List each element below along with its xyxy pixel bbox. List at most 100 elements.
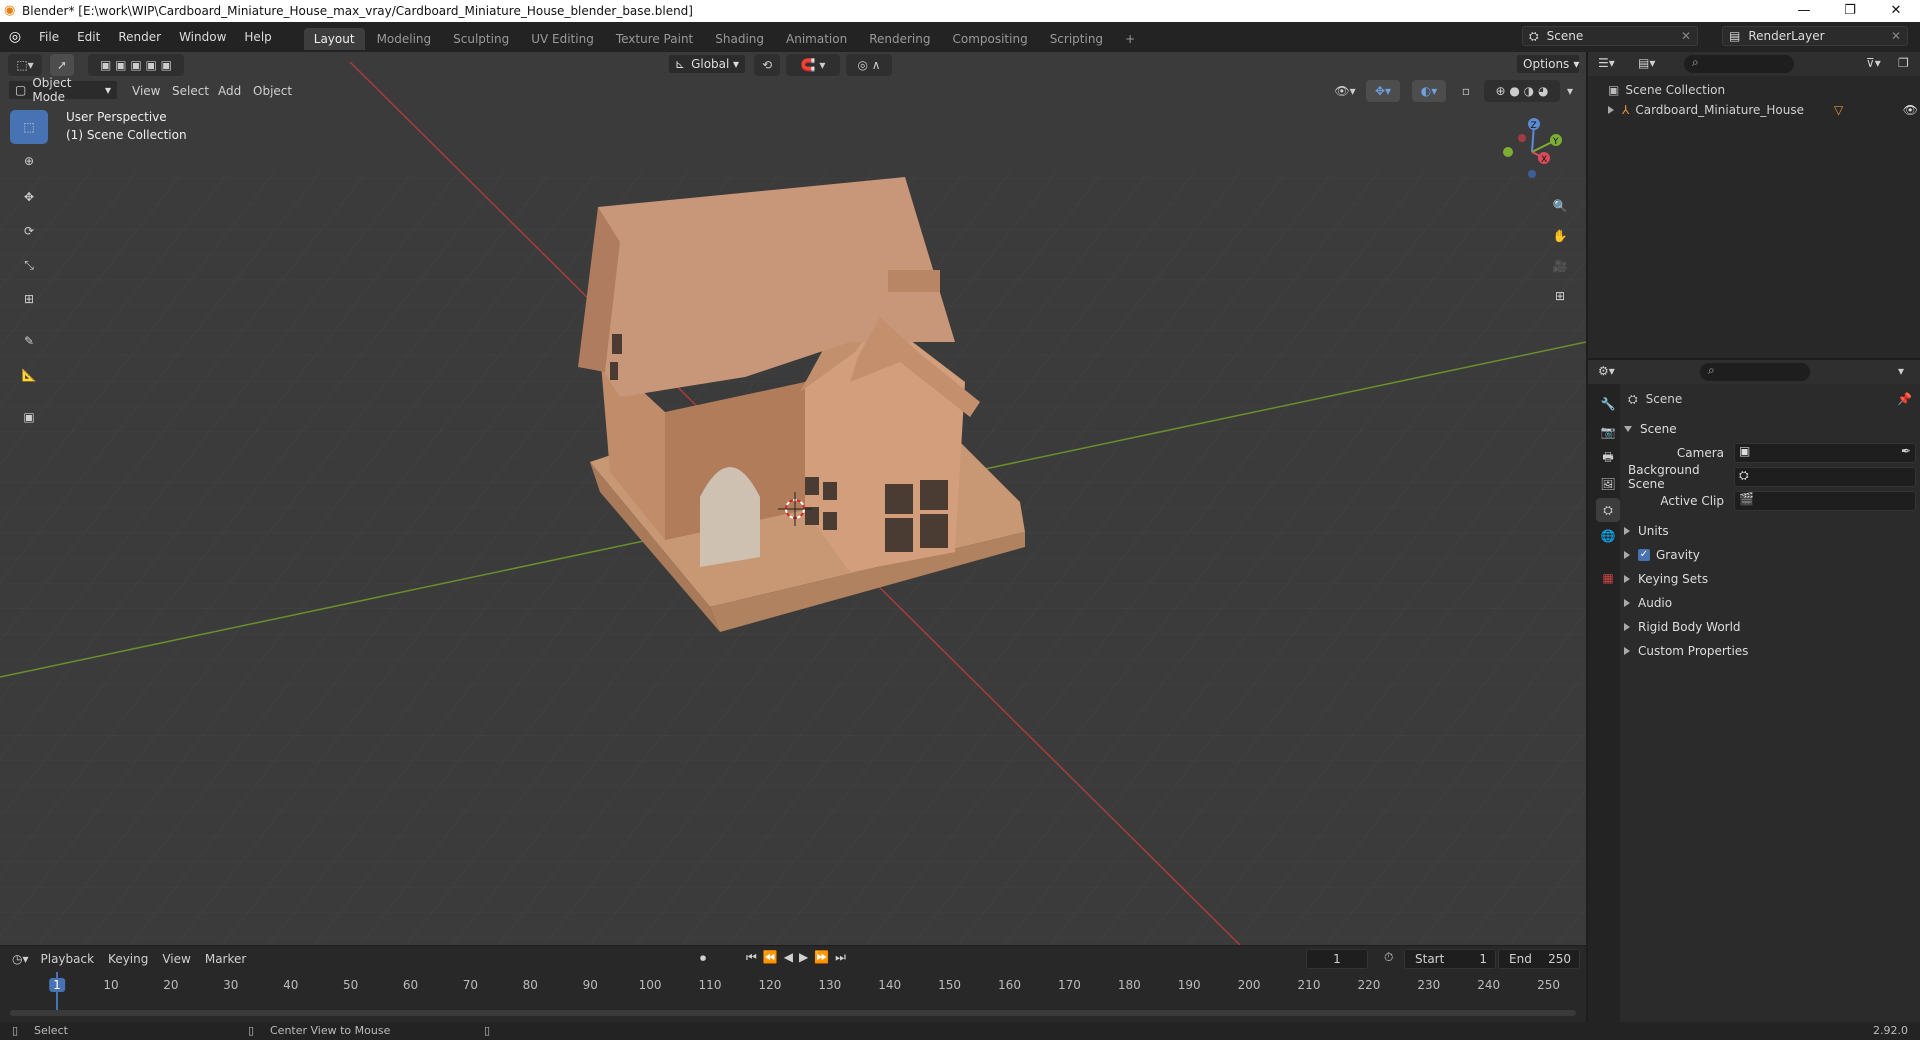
chevron-down-icon[interactable]: ▾ [1898, 364, 1904, 378]
chevron-down-icon[interactable]: ▾ [1562, 80, 1578, 102]
mode-dropdown[interactable]: ▢ Object Mode ▾ [8, 76, 118, 104]
scene-section-header[interactable]: Scene [1624, 418, 1920, 440]
3d-viewport[interactable]: ⬚▾ ➚ ▣ ▣ ▣ ▣ ▣ ⊾ Global ▾ ⟲ 🧲 ▾ ◎ ∧ Opti… [0, 52, 1586, 945]
visibility-icon[interactable]: 👁▾ [1330, 80, 1360, 102]
orientation-dropdown[interactable]: ⊾ Global ▾ [668, 54, 746, 74]
xray-icon[interactable]: ▫ [1456, 80, 1476, 102]
renderlayer-selector[interactable]: ▤ RenderLayer ✕ [1722, 26, 1908, 46]
add-cube-tool-icon[interactable]: ▣ [10, 400, 48, 434]
texture-tab-icon[interactable]: ▦ [1596, 566, 1620, 590]
active-clip-field[interactable]: 🎬 [1734, 491, 1916, 511]
world-tab-icon[interactable]: 🌐 [1596, 524, 1620, 548]
cursor-tool-icon[interactable]: ⊕ [10, 144, 48, 178]
add-workspace-icon[interactable]: + [1115, 28, 1145, 50]
properties-search-input[interactable]: ⌕ [1700, 363, 1810, 381]
rotate-tool-icon[interactable]: ⟳ [10, 214, 48, 248]
viewport-menu-select[interactable]: Select [172, 84, 209, 98]
tab-rendering[interactable]: Rendering [859, 28, 940, 50]
tab-sculpting[interactable]: Sculpting [443, 28, 519, 50]
blender-menu-icon[interactable]: ◎ [0, 29, 30, 45]
expand-icon[interactable] [1608, 106, 1614, 114]
tab-uv-editing[interactable]: UV Editing [521, 28, 604, 50]
tab-shading[interactable]: Shading [705, 28, 774, 50]
outliner-header: ☰▾ ▤▾ ⌕ ⊽▾ ❐ [1588, 52, 1920, 76]
pivot-icon[interactable]: ⟲ [754, 54, 780, 76]
shading-mode-icons[interactable]: ⊕ ● ◑ ◕ [1484, 80, 1560, 102]
close-icon[interactable]: ✕ [1891, 29, 1901, 43]
expand-icon [1624, 623, 1630, 631]
zoom-icon[interactable]: 🔍 [1546, 192, 1574, 220]
output-tab-icon[interactable]: 🖶 [1596, 446, 1620, 470]
eye-icon[interactable]: 👁 [1903, 103, 1918, 117]
outliner-editor-icon[interactable]: ☰▾ [1598, 56, 1615, 70]
annotate-tool-icon[interactable]: ✎ [10, 324, 48, 358]
select-box-icon[interactable]: ⬚ [10, 110, 48, 144]
mesh-data-icon[interactable]: ▽ [1834, 103, 1843, 117]
restore-button[interactable]: ❐ [1827, 0, 1873, 22]
menu-file[interactable]: File [30, 22, 68, 52]
tab-animation[interactable]: Animation [776, 28, 857, 50]
panel-gravity[interactable]: ✓ Gravity [1624, 544, 1920, 566]
filter-icon[interactable]: ⊽▾ [1866, 56, 1881, 70]
move-tool-icon[interactable]: ✥ [10, 180, 48, 214]
pan-hand-icon[interactable]: ✋ [1546, 222, 1574, 250]
frame-ruler[interactable]: 1 10 20 30 40 50 60 70 80 90 100 110 120 130 140 150 160… [0, 946, 1586, 1022]
properties-editor-icon[interactable]: ⚙▾ [1598, 364, 1615, 378]
frame-tick: 10 [103, 978, 119, 992]
pin-icon[interactable]: 📌 [1897, 392, 1912, 406]
panel-units[interactable]: Units [1624, 520, 1920, 542]
menu-help[interactable]: Help [235, 22, 280, 52]
tool-tab-icon[interactable]: 🔧 [1596, 392, 1620, 416]
tab-compositing[interactable]: Compositing [942, 28, 1037, 50]
scene-tab-icon[interactable]: ⛭ [1596, 498, 1620, 522]
overlay-toggle-icon[interactable]: ◐▾ [1412, 80, 1446, 102]
transform-tool-icon[interactable]: ⊞ [10, 282, 48, 316]
active-clip-label: Active Clip [1660, 494, 1724, 508]
gravity-checkbox[interactable]: ✓ [1638, 549, 1650, 561]
tab-layout[interactable]: Layout [303, 28, 365, 50]
menu-window[interactable]: Window [170, 22, 235, 52]
gizmo-toggle-icon[interactable]: ✥▾ [1366, 80, 1400, 102]
object-mode-icon: ▢ [15, 83, 27, 97]
editor-type-icon[interactable]: ⬚▾ [8, 54, 42, 76]
outliner-item[interactable]: ⅄ Cardboard_Miniature_House ▽ 👁 [1608, 100, 1918, 120]
new-collection-icon[interactable]: ❐ [1898, 56, 1909, 70]
scale-tool-icon[interactable]: ⤡ [10, 248, 48, 282]
panel-custom-properties[interactable]: Custom Properties [1624, 640, 1920, 662]
outliner-search-input[interactable]: ⌕ [1684, 55, 1794, 73]
tab-scripting[interactable]: Scripting [1040, 28, 1113, 50]
render-tab-icon[interactable]: 📷 [1596, 420, 1620, 444]
display-mode-icon[interactable]: ▤▾ [1638, 56, 1655, 70]
scene-collection-row[interactable]: ▣ Scene Collection [1608, 80, 1725, 100]
view-layer-tab-icon[interactable]: 🖼 [1596, 472, 1620, 496]
timeline-scrollbar[interactable] [10, 1010, 1576, 1016]
scene-selector[interactable]: ⛭ Scene ✕ [1522, 26, 1698, 46]
panel-rigid-body-world[interactable]: Rigid Body World [1624, 616, 1920, 638]
viewport-menu-object[interactable]: Object [253, 84, 292, 98]
tab-texture-paint[interactable]: Texture Paint [606, 28, 703, 50]
ortho-grid-icon[interactable]: ⊞ [1546, 282, 1574, 310]
menu-edit[interactable]: Edit [68, 22, 109, 52]
selection-mode-icons[interactable]: ▣ ▣ ▣ ▣ ▣ [88, 54, 184, 76]
eyedropper-icon[interactable]: ✒ [1901, 444, 1911, 458]
close-icon[interactable]: ✕ [1681, 29, 1691, 43]
snap-icon[interactable]: 🧲 ▾ [786, 54, 840, 76]
viewport-menu-add[interactable]: Add [218, 84, 241, 98]
minimize-button[interactable]: — [1781, 0, 1827, 22]
panel-audio[interactable]: Audio [1624, 592, 1920, 614]
scene-collection-label: Scene Collection [1625, 83, 1726, 97]
measure-tool-icon[interactable]: 📐 [10, 358, 48, 392]
menu-render[interactable]: Render [109, 22, 170, 52]
camera-field[interactable]: ▣ ✒ [1734, 443, 1916, 463]
close-button[interactable]: ✕ [1873, 0, 1919, 22]
navigation-gizmo[interactable]: Z Y X [1480, 112, 1580, 192]
panel-keying-sets[interactable]: Keying Sets [1624, 568, 1920, 590]
tab-modeling[interactable]: Modeling [367, 28, 442, 50]
viewport-scene[interactable] [0, 52, 1586, 945]
select-tool-icon[interactable]: ➚ [50, 54, 74, 76]
proportional-edit-icon[interactable]: ◎ ∧ [846, 54, 892, 76]
options-dropdown[interactable]: Options ▾ [1516, 54, 1580, 74]
background-scene-field[interactable]: ⛭ [1734, 467, 1916, 487]
camera-view-icon[interactable]: 🎥 [1546, 252, 1574, 280]
viewport-menu-view[interactable]: View [132, 84, 160, 98]
